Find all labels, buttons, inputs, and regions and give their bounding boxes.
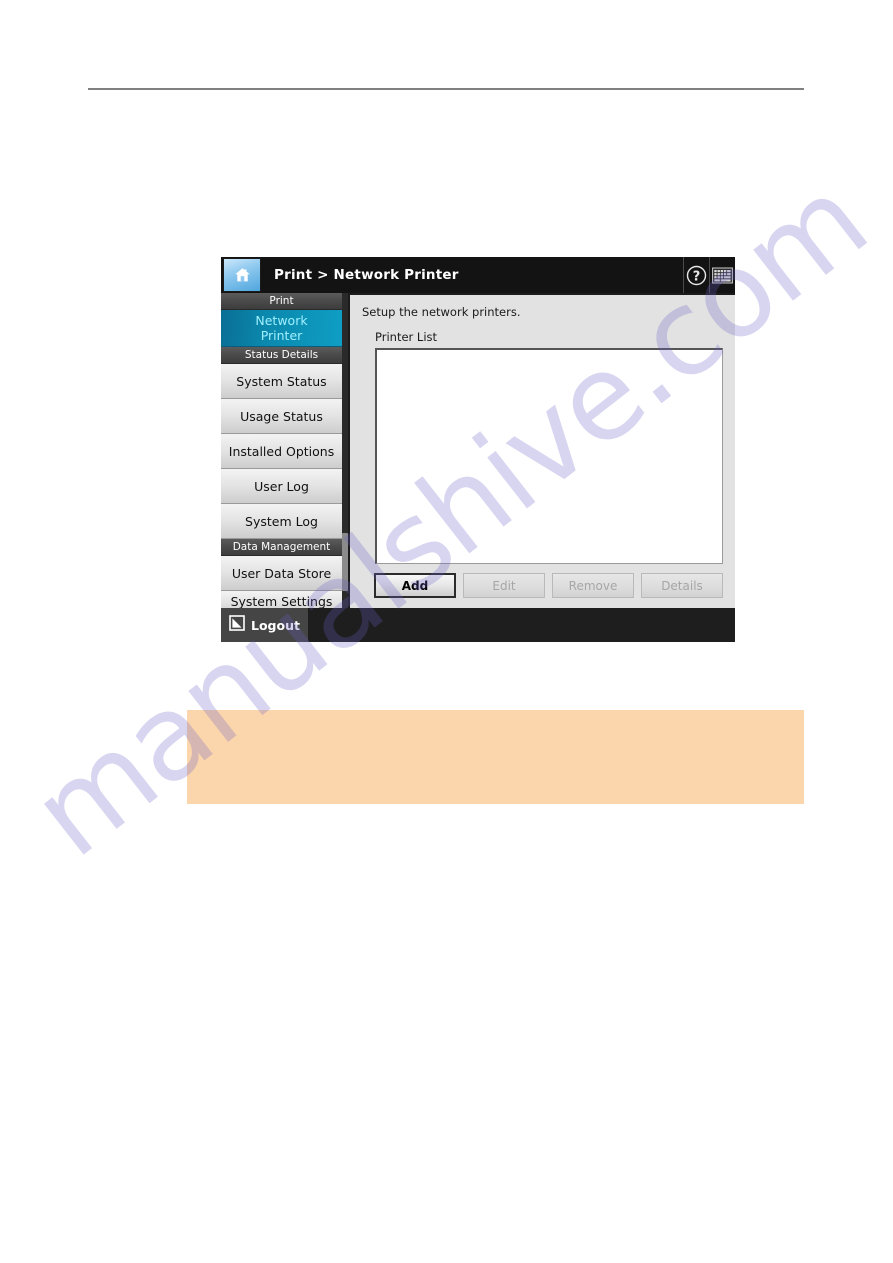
content-description: Setup the network printers. [362, 305, 521, 319]
sidebar-scrollbar[interactable] [342, 293, 348, 642]
home-icon[interactable] [223, 258, 261, 292]
sidebar-item-usage-status[interactable]: Usage Status [221, 399, 342, 434]
page-header-rule [88, 88, 804, 90]
printer-list[interactable] [375, 348, 723, 564]
sidebar-item-user-log[interactable]: User Log [221, 469, 342, 504]
svg-text:?: ? [693, 269, 701, 284]
sidebar-item-installed-options[interactable]: Installed Options [221, 434, 342, 469]
title-bar: Print > Network Printer ? [221, 257, 735, 293]
breadcrumb: Print > Network Printer [274, 267, 459, 283]
sidebar-group-print: Print [221, 293, 342, 310]
content-area: Setup the network printers. Printer List… [350, 295, 735, 640]
sidebar-scrollbar-thumb[interactable] [342, 533, 348, 591]
details-button: Details [641, 573, 723, 598]
edit-button: Edit [463, 573, 545, 598]
title-bar-icons: ? [683, 257, 735, 293]
sidebar-item-system-status[interactable]: System Status [221, 364, 342, 399]
keyboard-icon[interactable] [709, 257, 735, 293]
sidebar-group-data-management: Data Management [221, 539, 342, 556]
add-button[interactable]: Add [374, 573, 456, 598]
action-button-row: Add Edit Remove Details [374, 573, 723, 598]
sidebar-item-label-line1: Network [255, 313, 308, 328]
logout-icon [229, 615, 245, 635]
sidebar-item-label-line2: Printer [260, 328, 303, 343]
sidebar: Print Network Printer Status Details Sys… [221, 293, 350, 642]
note-callout-box [187, 710, 804, 804]
device-panel: Print > Network Printer ? Print Network … [221, 257, 735, 642]
sidebar-group-status-details: Status Details [221, 347, 342, 364]
sidebar-item-network-printer[interactable]: Network Printer [221, 310, 342, 347]
footer-bar: Logout [221, 608, 735, 642]
logout-label: Logout [251, 617, 300, 633]
logout-button[interactable]: Logout [221, 608, 308, 642]
printer-list-label: Printer List [375, 330, 438, 344]
remove-button: Remove [552, 573, 634, 598]
sidebar-item-system-log[interactable]: System Log [221, 504, 342, 539]
sidebar-item-user-data-store[interactable]: User Data Store [221, 556, 342, 591]
help-circle-icon[interactable]: ? [683, 257, 709, 293]
panel-body: Print Network Printer Status Details Sys… [221, 293, 735, 642]
